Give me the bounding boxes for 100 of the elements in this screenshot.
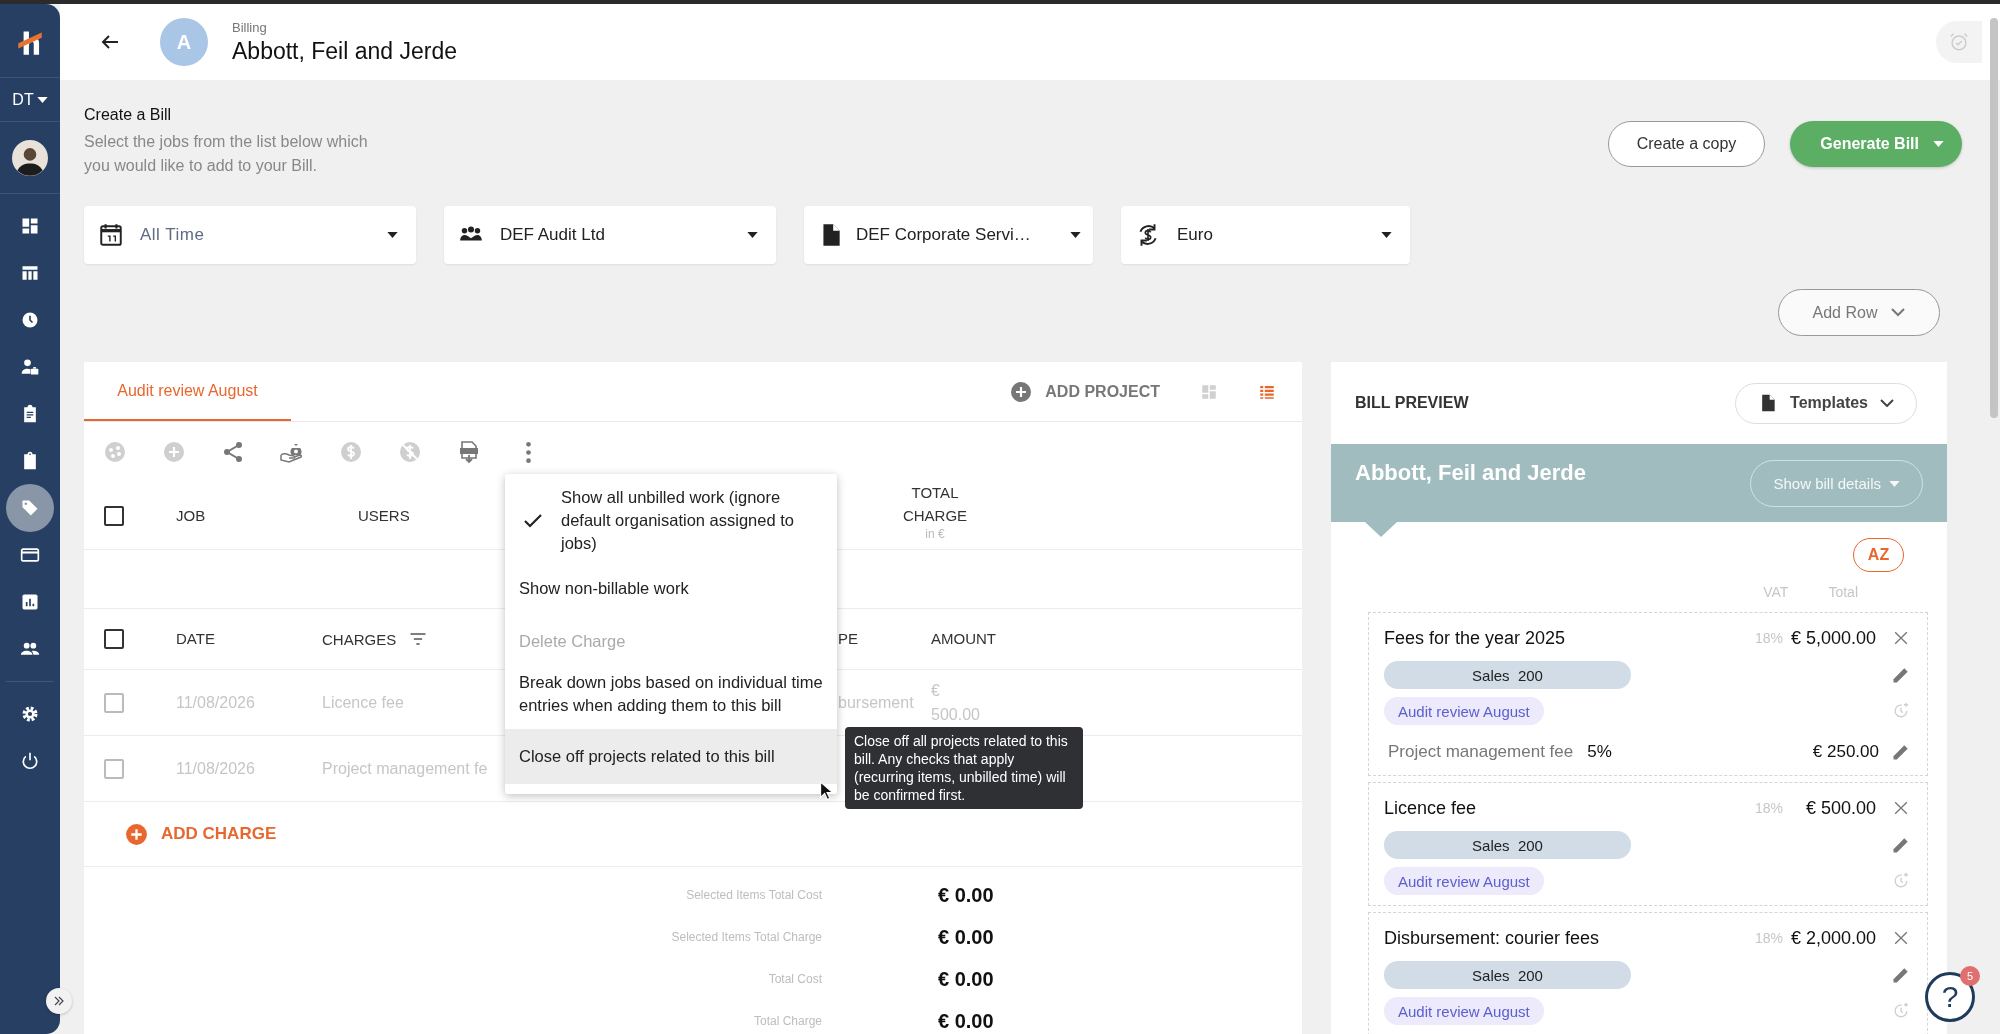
- account-tag: Sales 200: [1384, 831, 1631, 859]
- caret-down-icon: [1889, 480, 1900, 487]
- alarm-clock-icon: [1948, 31, 1970, 53]
- no-dollar-icon: [398, 440, 422, 464]
- page-title: Abbott, Feil and Jerde: [232, 37, 458, 65]
- power-icon: [20, 751, 40, 771]
- notification-badge: 5: [1960, 966, 1980, 986]
- pencil-icon[interactable]: [1891, 665, 1911, 685]
- share-icon: [221, 440, 245, 464]
- column-header: CHARGES: [322, 630, 397, 648]
- avatar[interactable]: [12, 139, 48, 176]
- fee-name: Project management fee: [1388, 742, 1574, 762]
- caret-down-icon: [747, 232, 758, 238]
- caret-down-icon: [1933, 141, 1944, 147]
- filter-dropdown[interactable]: All Time: [84, 206, 416, 264]
- grid-view-icon: [1200, 382, 1218, 401]
- project-tab[interactable]: Audit review August: [84, 362, 291, 421]
- scrollbar[interactable]: [1990, 18, 1998, 418]
- expand-sidebar-button[interactable]: [46, 988, 72, 1014]
- csv-file-download-icon: [457, 440, 481, 464]
- line-item-name: Fees for the year 2025: [1384, 627, 1567, 649]
- clock-icon: [20, 310, 40, 330]
- total-label: Total Cost: [767, 972, 822, 986]
- menu-item[interactable]: Break down jobs based on individual time entries when adding them to this bill: [505, 663, 837, 725]
- column-header: PE: [838, 630, 858, 647]
- copy-button[interactable]: Create a copy: [1607, 121, 1766, 167]
- tag-icon: [20, 498, 40, 518]
- add-icon: [1009, 379, 1034, 404]
- organisation-switcher[interactable]: DT: [12, 90, 48, 109]
- total-value: € 0.00: [938, 925, 994, 949]
- toolbar-button[interactable]: [221, 440, 245, 464]
- line-item-name: Licence fee: [1384, 797, 1478, 819]
- bar-chart-icon: [20, 592, 40, 612]
- filter-dropdown[interactable]: Euro: [1121, 206, 1410, 264]
- total-label: Selected Items Total Charge: [670, 930, 822, 944]
- table-cell: 11/08/2026: [176, 759, 255, 777]
- column-header: TOTAL CHARGE: [901, 482, 969, 526]
- total-value: € 0.00: [938, 883, 994, 907]
- caret-down-icon: [387, 232, 398, 238]
- checkbox[interactable]: [104, 505, 124, 526]
- pencil-icon[interactable]: [1891, 742, 1911, 762]
- chevron-down-icon: [1891, 308, 1906, 317]
- add-icon: [124, 821, 149, 847]
- table-cell: 11/08/2026: [176, 693, 255, 711]
- total-value: € 0.00: [938, 967, 994, 991]
- generate-bill-button[interactable]: Generate Bill: [1790, 121, 1962, 167]
- calendar-icon: [98, 222, 124, 248]
- total-label: Total Charge: [752, 1014, 822, 1028]
- add-project-button[interactable]: ADD PROJECT: [1009, 379, 1160, 404]
- filter-dropdown[interactable]: DEF Audit Ltd: [444, 206, 776, 264]
- pencil-icon[interactable]: [1891, 835, 1911, 855]
- table-icon: [20, 263, 40, 283]
- total-value: € 0.00: [938, 1009, 994, 1033]
- line-total: € 500.00: [1804, 797, 1876, 819]
- panel-title: BILL PREVIEW: [1355, 394, 1469, 412]
- project-tag[interactable]: Audit review August: [1384, 997, 1544, 1025]
- table-cell: Project management fe: [322, 759, 488, 778]
- column-header: AMOUNT: [931, 630, 996, 647]
- vat-rate: 18%: [1754, 800, 1783, 816]
- pencil-icon[interactable]: [1891, 965, 1911, 985]
- client-avatar: A: [160, 18, 208, 66]
- toolbar-button[interactable]: [457, 440, 481, 464]
- table-cell: Licence fee: [322, 693, 404, 712]
- vat-rate: 18%: [1754, 630, 1783, 646]
- description: Select the jobs from the list below which you would like to add to your Bill.: [84, 132, 369, 176]
- add-charge-button[interactable]: ADD CHARGE: [124, 821, 277, 847]
- user-briefcase-icon: [20, 357, 40, 377]
- filter-dropdown[interactable]: DEF Corporate Servi…: [804, 206, 1093, 264]
- line-total: € 5,000.00: [1789, 627, 1876, 649]
- account-tag: Sales 200: [1384, 961, 1631, 989]
- add-icon: [162, 440, 186, 464]
- fee-rate: 5%: [1587, 742, 1612, 762]
- client-name: Abbott, Feil and Jerde: [1355, 460, 1587, 486]
- column-header: DATE: [176, 630, 215, 647]
- caret-down-icon: [36, 96, 48, 103]
- table-cell: bursement: [838, 693, 914, 711]
- total-label: Selected Items Total Cost: [685, 888, 822, 902]
- caret-down-icon: [1381, 232, 1392, 238]
- vat-rate: 18%: [1754, 930, 1783, 946]
- menu-item[interactable]: Close off projects related to this bill: [505, 729, 837, 784]
- project-tag[interactable]: Audit review August: [1384, 697, 1544, 725]
- add-row-button[interactable]: Add Row: [1778, 289, 1940, 336]
- column-header: VAT: [1763, 584, 1789, 600]
- dashboard-icon: [20, 216, 40, 236]
- checkbox[interactable]: [104, 629, 124, 649]
- menu-item[interactable]: Show all unbilled work (ignore default organisation assigned to jobs): [505, 478, 837, 563]
- section-title: Create a Bill: [84, 106, 173, 124]
- fee-total: € 250.00: [1812, 742, 1879, 762]
- more-options-icon: [525, 441, 531, 463]
- line-total: € 2,000.00: [1789, 927, 1876, 949]
- nav-item[interactable]: [6, 484, 54, 532]
- line-item-name: Disbursement: courier fees: [1384, 927, 1601, 949]
- dollar-icon: [339, 440, 363, 464]
- column-header: USERS: [358, 506, 410, 524]
- tooltip: Close off all projects related to this bill. Any checks that apply (recurring items, unbilled time) will be confirmed first.: [845, 727, 1083, 809]
- column-header: Total: [1828, 584, 1858, 600]
- menu-item[interactable]: Show non-billable work: [505, 569, 837, 608]
- table-cell-text: € 500.00: [931, 680, 981, 725]
- project-tag[interactable]: Audit review August: [1384, 867, 1544, 895]
- color-palette-icon: [103, 440, 127, 464]
